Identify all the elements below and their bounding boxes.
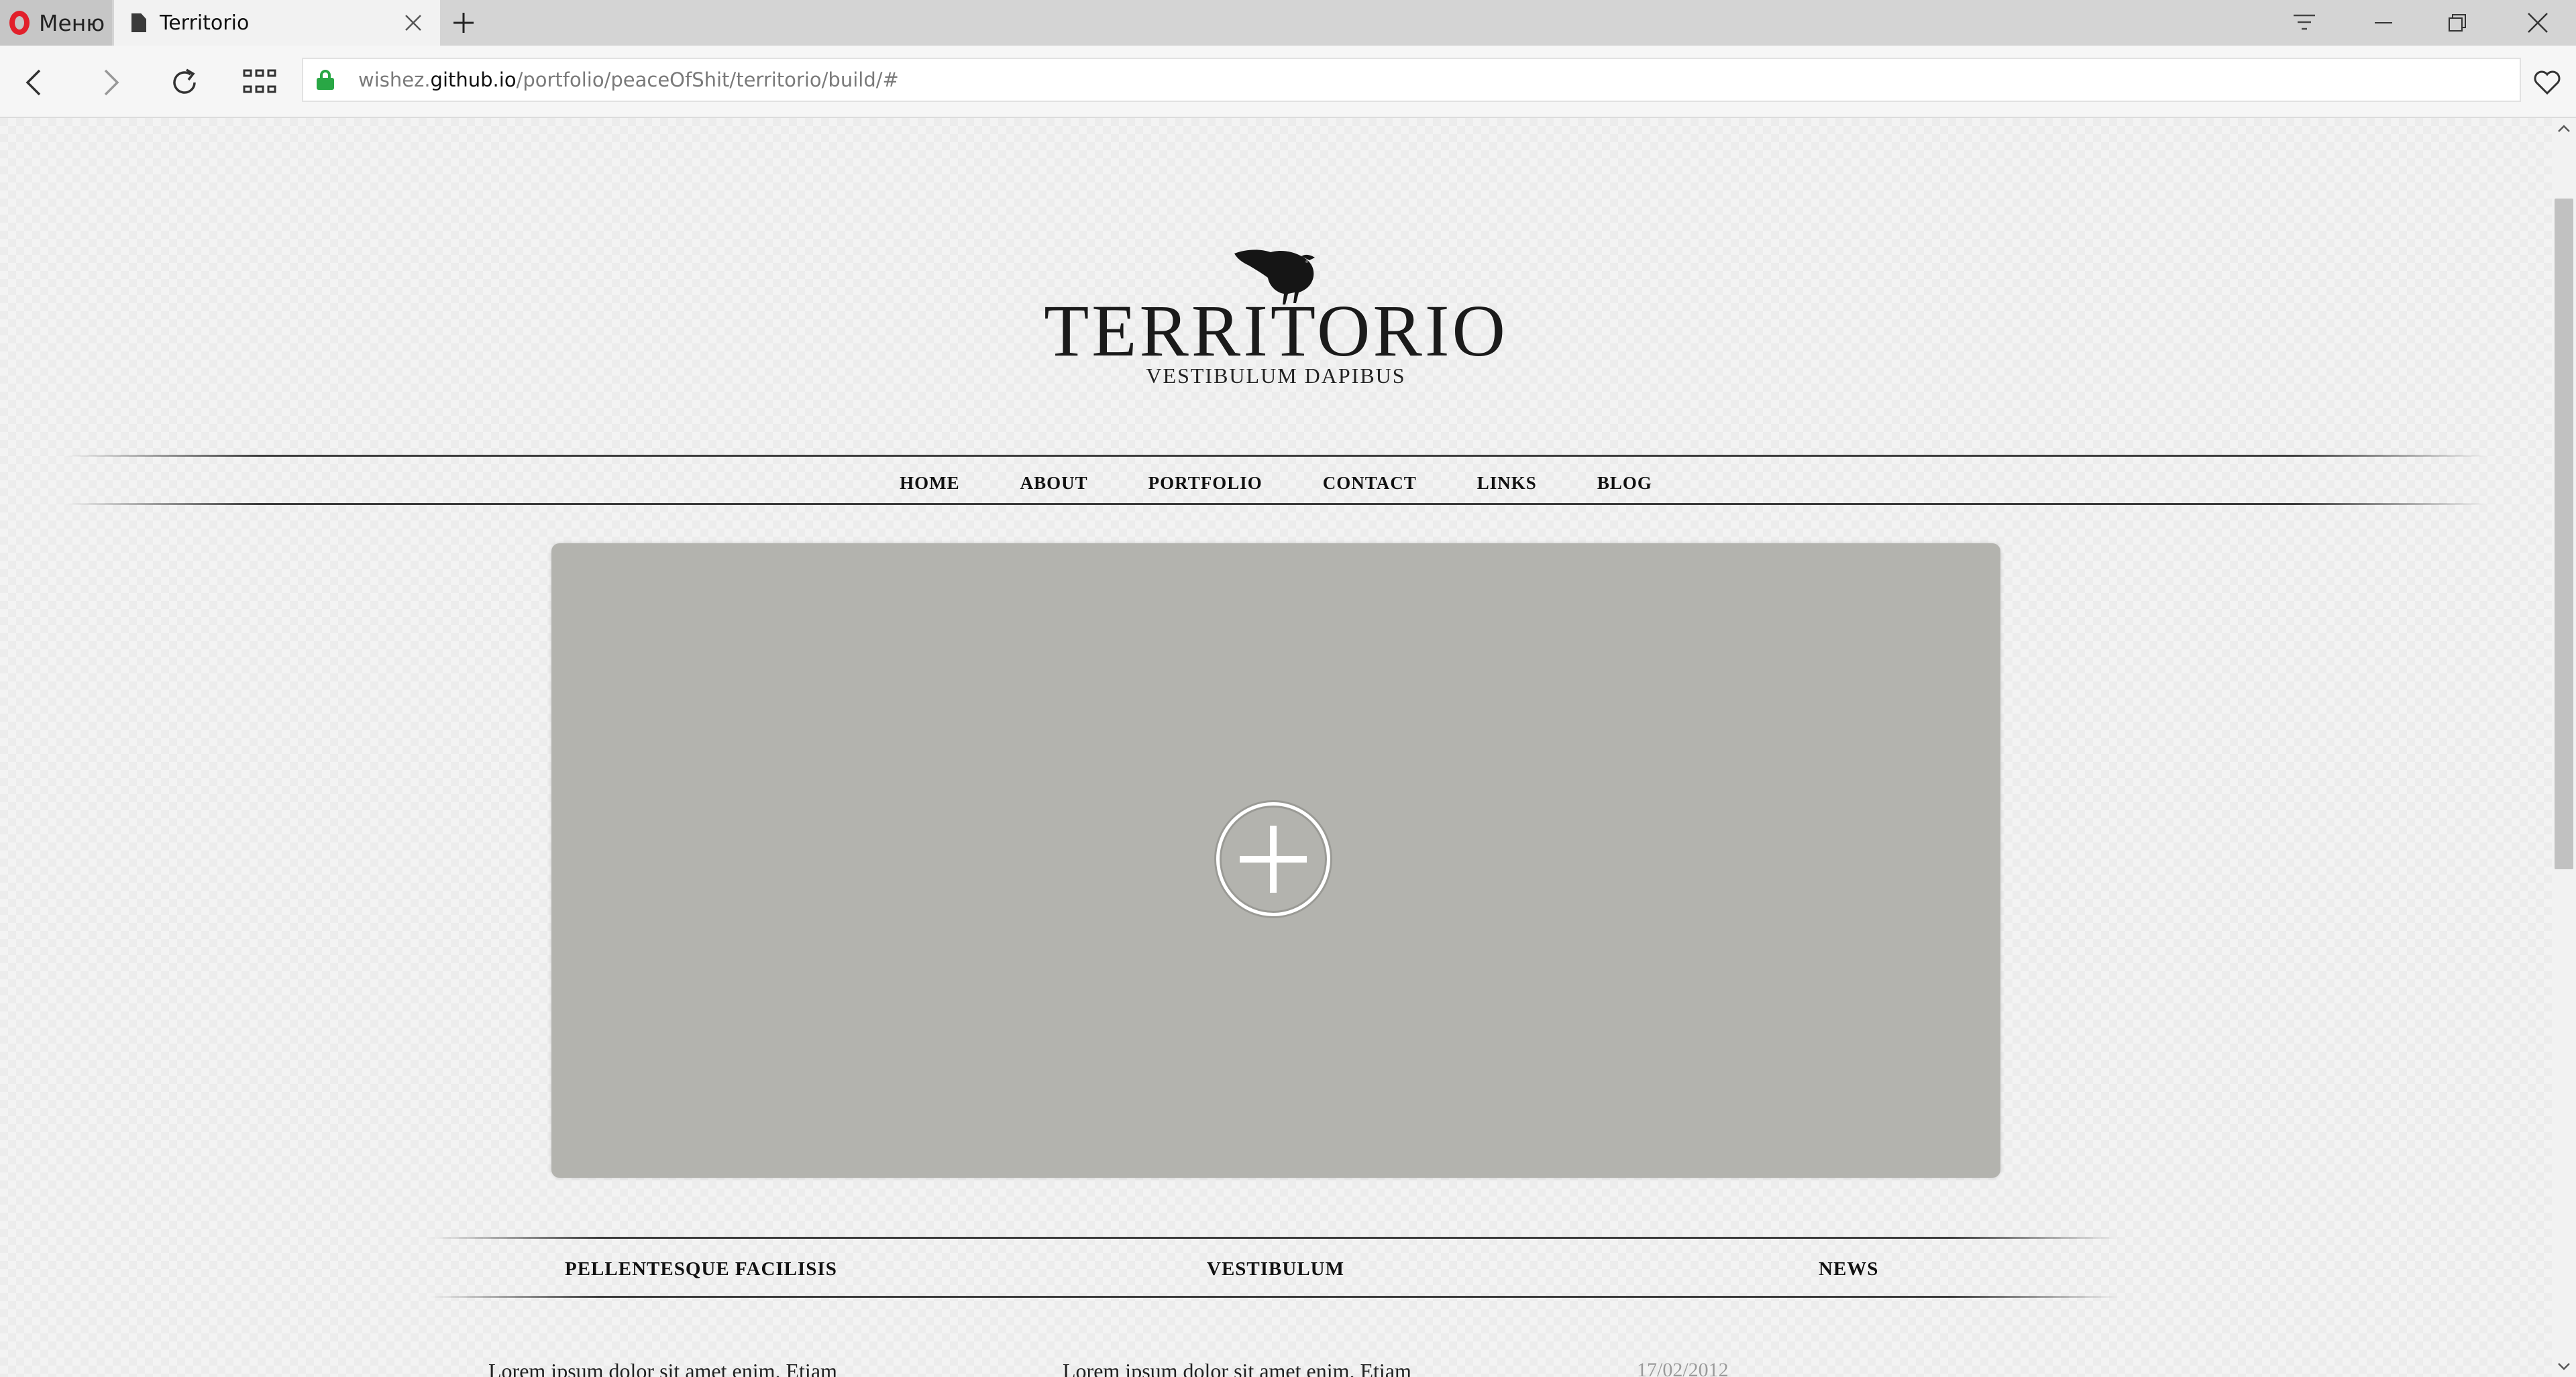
nav-top-rule (66, 455, 2487, 457)
speed-dial-icon[interactable] (236, 59, 283, 106)
site-title: TERRITORIO (1044, 290, 1508, 372)
scroll-up-icon[interactable] (2556, 122, 2572, 135)
nav-portfolio[interactable]: PORTFOLIO (1118, 473, 1293, 494)
opera-menu-button[interactable]: Меню (0, 0, 112, 46)
site-nav: HOME ABOUT PORTFOLIO CONTACT LINKS BLOG (0, 463, 2552, 503)
tab-bar: Меню Territorio (0, 0, 2576, 46)
url-path: /portfolio/peaceOfShit/territorio/build/… (516, 68, 899, 91)
minimize-icon[interactable] (2347, 0, 2420, 46)
reload-icon[interactable] (161, 59, 208, 106)
vertical-scrollbar[interactable] (2552, 118, 2576, 1377)
columns-bottom-rule (429, 1296, 2120, 1298)
nav-blog[interactable]: BLOG (1567, 473, 1682, 494)
url-text: wishez.github.io/portfolio/peaceOfShit/t… (358, 68, 899, 91)
page-viewport: TERRITORIO VESTIBULUM DAPIBUS HOME ABOUT… (0, 118, 2552, 1377)
tab-title: Territorio (160, 11, 250, 35)
column-heading-vestibulum: VESTIBULUM (1207, 1258, 1344, 1280)
column-heading-pellentesque: PELLENTESQUE FACILISIS (565, 1258, 837, 1280)
forward-icon[interactable] (87, 59, 134, 106)
lock-icon (317, 70, 334, 90)
restore-icon[interactable] (2420, 0, 2494, 46)
scrollbar-thumb[interactable] (2555, 199, 2573, 869)
new-tab-button[interactable] (445, 4, 482, 42)
menu-label: Меню (39, 9, 105, 36)
browser-toolbar: wishez.github.io/portfolio/peaceOfShit/t… (0, 46, 2576, 118)
tab-menu-icon[interactable] (2267, 0, 2341, 46)
opera-logo-icon (9, 11, 30, 35)
column-text-1: Lorem ipsum dolor sit amet enim. Etiam (488, 1359, 837, 1377)
url-host: github.io (430, 68, 517, 91)
tab-close-icon[interactable] (393, 3, 433, 43)
column-heading-news: NEWS (1819, 1258, 1879, 1280)
nav-links[interactable]: LINKS (1447, 473, 1567, 494)
nav-home[interactable]: HOME (869, 473, 990, 494)
columns-top-rule (429, 1237, 2120, 1239)
nav-bottom-rule (66, 503, 2487, 505)
nav-contact[interactable]: CONTACT (1293, 473, 1447, 494)
site-tagline: VESTIBULUM DAPIBUS (1146, 364, 1406, 388)
news-date: 17/02/2012 (1637, 1359, 1729, 1377)
image-slider (551, 543, 2000, 1178)
nav-about[interactable]: ABOUT (990, 473, 1118, 494)
back-icon[interactable] (11, 59, 58, 106)
close-window-icon[interactable] (2501, 0, 2575, 46)
address-bar[interactable]: wishez.github.io/portfolio/peaceOfShit/t… (302, 58, 2521, 102)
url-prefix: wishez. (358, 68, 431, 91)
column-text-2: Lorem ipsum dolor sit amet enim. Etiam (1063, 1359, 1411, 1377)
bookmark-heart-icon[interactable] (2524, 59, 2571, 106)
tab-territorio[interactable]: Territorio (114, 0, 440, 46)
page-icon (131, 13, 146, 32)
plus-circle-icon[interactable] (1216, 802, 1330, 916)
scroll-down-icon[interactable] (2556, 1360, 2572, 1373)
